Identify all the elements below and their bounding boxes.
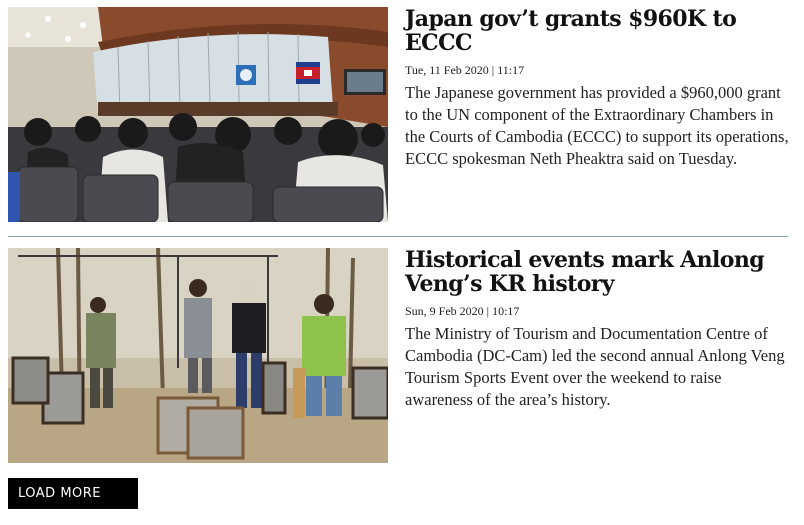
article-thumbnail-exhibition[interactable] [8,248,388,463]
article-date: Tue, 11 Feb 2020 | 11:17 [405,63,525,77]
article-card: Historical events mark Anlong Veng’s KR … [8,248,793,463]
exhibition-photo [8,248,388,463]
article-date: Sun, 9 Feb 2020 | 10:17 [405,304,520,318]
courtroom-photo [8,7,388,222]
article-summary: The Japanese government has provided a $… [405,83,789,168]
article-headline[interactable]: Historical events mark Anlong Veng’s KR … [405,248,793,296]
article-summary: The Ministry of Tourism and Documentatio… [405,324,785,409]
article-divider [8,236,788,237]
article-headline[interactable]: Japan gov’t grants $960K to ECCC [405,7,793,55]
article-thumbnail-courtroom[interactable] [8,7,388,222]
article-text: Historical events mark Anlong Veng’s KR … [405,248,793,411]
article-text: Japan gov’t grants $960K to ECCC Tue, 11… [405,7,793,170]
load-more-button[interactable]: LOAD MORE [8,478,138,509]
article-card: Japan gov’t grants $960K to ECCC Tue, 11… [8,7,793,222]
